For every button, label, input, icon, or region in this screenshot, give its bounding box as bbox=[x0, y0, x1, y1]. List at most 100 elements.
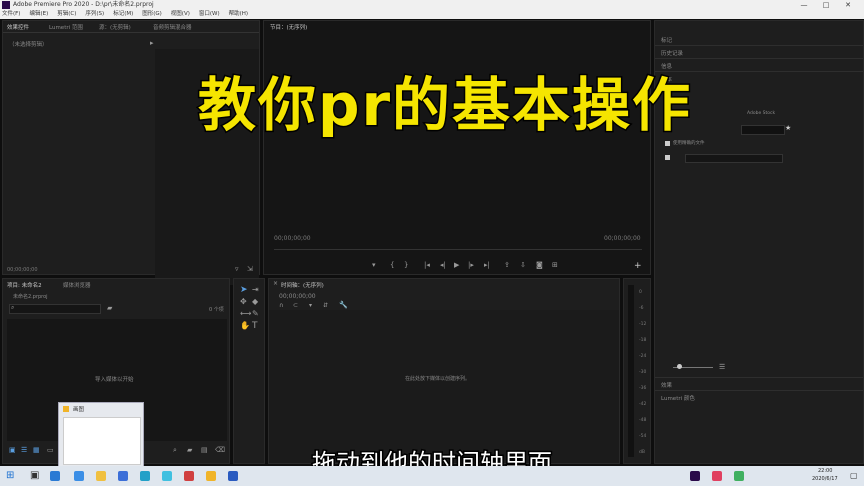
menu-window[interactable]: 窗口(W) bbox=[199, 10, 220, 19]
paint-app-icon bbox=[63, 406, 69, 412]
add-marker-icon[interactable]: ▾ bbox=[309, 302, 312, 309]
menu-edit[interactable]: 编辑(E) bbox=[29, 10, 48, 19]
go-to-out-icon[interactable]: ▸| bbox=[484, 261, 490, 269]
new-item-icon[interactable]: ▤ bbox=[201, 446, 208, 454]
search-input[interactable] bbox=[9, 304, 101, 314]
extract-icon[interactable]: ⇩ bbox=[520, 261, 526, 269]
zoom-slider-handle[interactable] bbox=[677, 364, 682, 369]
option-dropdown[interactable] bbox=[685, 154, 783, 163]
icon-view-icon[interactable]: ▦ bbox=[33, 446, 40, 454]
meter-label: -30 bbox=[639, 370, 647, 375]
in-point-icon[interactable]: { bbox=[390, 261, 394, 269]
menu-help[interactable]: 帮助(H) bbox=[229, 10, 248, 19]
timeline-settings-icon[interactable]: ⇵ bbox=[323, 302, 328, 309]
slip-tool-icon[interactable]: ⟷ bbox=[240, 309, 251, 318]
freeform-view-icon[interactable]: ▭ bbox=[47, 446, 54, 454]
windows-start-icon[interactable]: ⊞ bbox=[6, 470, 14, 481]
browser-icon[interactable] bbox=[74, 471, 84, 481]
button-editor-icon[interactable]: ⊞ bbox=[552, 261, 558, 269]
step-back-icon[interactable]: ◂| bbox=[440, 261, 446, 269]
app-icon[interactable] bbox=[118, 471, 128, 481]
play-icon[interactable]: ▶ bbox=[454, 261, 459, 269]
menu-view[interactable]: 视图(V) bbox=[171, 10, 190, 19]
meter-label: dB bbox=[639, 450, 645, 455]
option-checkbox[interactable] bbox=[665, 155, 670, 160]
star-icon[interactable]: ★ bbox=[785, 124, 791, 132]
play-arrow-icon[interactable]: ▸ bbox=[150, 39, 154, 47]
timeline-timecode[interactable]: 00;00;00;00 bbox=[279, 293, 316, 300]
add-button-icon[interactable]: + bbox=[634, 261, 642, 271]
wrench-icon[interactable]: 🔧 bbox=[339, 301, 348, 309]
pen-tool-icon[interactable]: ✎ bbox=[252, 309, 259, 318]
tab-lumetri-scopes[interactable]: Lumetri 范围 bbox=[49, 23, 83, 31]
hand-tool-icon[interactable]: ✋ bbox=[240, 321, 250, 330]
clock-date[interactable]: 2020/6/17 bbox=[812, 476, 838, 482]
new-bin-bottom-icon[interactable]: ▰ bbox=[187, 446, 192, 454]
file-explorer-icon[interactable] bbox=[96, 471, 106, 481]
track-select-tool-icon[interactable]: ⇥ bbox=[252, 285, 259, 294]
menu-graphics[interactable]: 图形(G) bbox=[142, 10, 162, 19]
selection-tool-icon[interactable]: ➤ bbox=[240, 285, 248, 295]
snap-icon[interactable]: ∩ bbox=[279, 302, 283, 309]
camera-icon[interactable]: ◙ bbox=[536, 261, 543, 269]
meter-label: -6 bbox=[639, 306, 644, 311]
find-icon[interactable]: ⌕ bbox=[173, 446, 177, 455]
step-forward-icon[interactable]: |▸ bbox=[468, 261, 474, 269]
trash-icon[interactable]: ⌫ bbox=[215, 446, 225, 454]
divider bbox=[655, 58, 863, 59]
word-icon[interactable] bbox=[228, 471, 238, 481]
app-icon[interactable] bbox=[162, 471, 172, 481]
tab-source[interactable]: 源：(无剪辑) bbox=[99, 23, 131, 31]
lift-icon[interactable]: ⇪ bbox=[504, 261, 510, 269]
app-icon[interactable] bbox=[734, 471, 744, 481]
list-view-icon[interactable]: ☰ bbox=[21, 446, 27, 454]
taskbar-preview-popup[interactable]: 画图 bbox=[58, 402, 144, 468]
paint-taskbar-icon[interactable] bbox=[206, 471, 216, 481]
scrub-bar[interactable] bbox=[274, 249, 642, 250]
clock-time[interactable]: 22:00 bbox=[818, 468, 832, 474]
razor-tool-icon[interactable]: ◆ bbox=[252, 297, 258, 306]
app-icon[interactable] bbox=[712, 471, 722, 481]
ripple-edit-tool-icon[interactable]: ✥ bbox=[240, 297, 247, 306]
menu-marker[interactable]: 标记(M) bbox=[113, 10, 133, 19]
menu-clip[interactable]: 剪辑(C) bbox=[57, 10, 76, 19]
timeline-title: 时间轴：(无序列) bbox=[281, 283, 324, 289]
preview-thumbnail[interactable] bbox=[63, 417, 141, 465]
edge-icon[interactable] bbox=[50, 471, 60, 481]
export-icon[interactable]: ⇲ bbox=[247, 265, 253, 273]
divider bbox=[655, 45, 863, 46]
divider bbox=[655, 390, 863, 391]
stock-input[interactable] bbox=[741, 125, 785, 135]
type-tool-icon[interactable]: T bbox=[252, 321, 258, 331]
linked-selection-icon[interactable]: ⊂ bbox=[293, 302, 298, 309]
program-timecode-right: 00;00;00;00 bbox=[604, 235, 641, 242]
tab-project[interactable]: 项目: 未命名2 bbox=[7, 281, 42, 289]
go-to-in-icon[interactable]: |◂ bbox=[424, 261, 430, 269]
maximize-button[interactable]: □ bbox=[818, 0, 834, 10]
close-tab-icon[interactable]: × bbox=[273, 280, 278, 287]
panel-lumetri-color[interactable]: Lumetri 颜色 bbox=[661, 394, 695, 402]
menu-file[interactable]: 文件(F) bbox=[2, 10, 20, 19]
filter-icon[interactable]: ▿ bbox=[235, 265, 239, 273]
minimize-button[interactable]: — bbox=[796, 0, 812, 10]
app-icon[interactable] bbox=[140, 471, 150, 481]
list-icon[interactable]: ☰ bbox=[719, 363, 725, 371]
panel-markers[interactable]: 标记 bbox=[661, 36, 672, 44]
tab-audio-clip-mixer[interactable]: 音频剪辑混合器 bbox=[153, 23, 192, 31]
premiere-taskbar-icon[interactable] bbox=[690, 471, 700, 481]
marker-icon[interactable]: ▾ bbox=[372, 261, 376, 269]
lock-icon[interactable]: ▣ bbox=[9, 446, 16, 454]
panel-effects[interactable]: 效果 bbox=[661, 381, 672, 389]
stock-field[interactable]: Adobe Stock bbox=[747, 111, 775, 116]
panel-history[interactable]: 历史记录 bbox=[661, 49, 683, 57]
menu-sequence[interactable]: 序列(S) bbox=[85, 10, 104, 19]
timeline-drop-area[interactable] bbox=[269, 310, 619, 463]
new-bin-icon[interactable]: ▰ bbox=[107, 304, 112, 312]
out-point-icon[interactable]: } bbox=[404, 261, 408, 269]
tab-media-browser[interactable]: 媒体浏览器 bbox=[63, 281, 91, 289]
tab-effect-controls[interactable]: 效果控件 bbox=[7, 23, 29, 31]
task-view-icon[interactable]: ▣ bbox=[30, 470, 39, 481]
app-icon[interactable] bbox=[184, 471, 194, 481]
notification-icon[interactable]: ▢ bbox=[850, 471, 858, 480]
close-button[interactable]: ✕ bbox=[840, 0, 856, 10]
